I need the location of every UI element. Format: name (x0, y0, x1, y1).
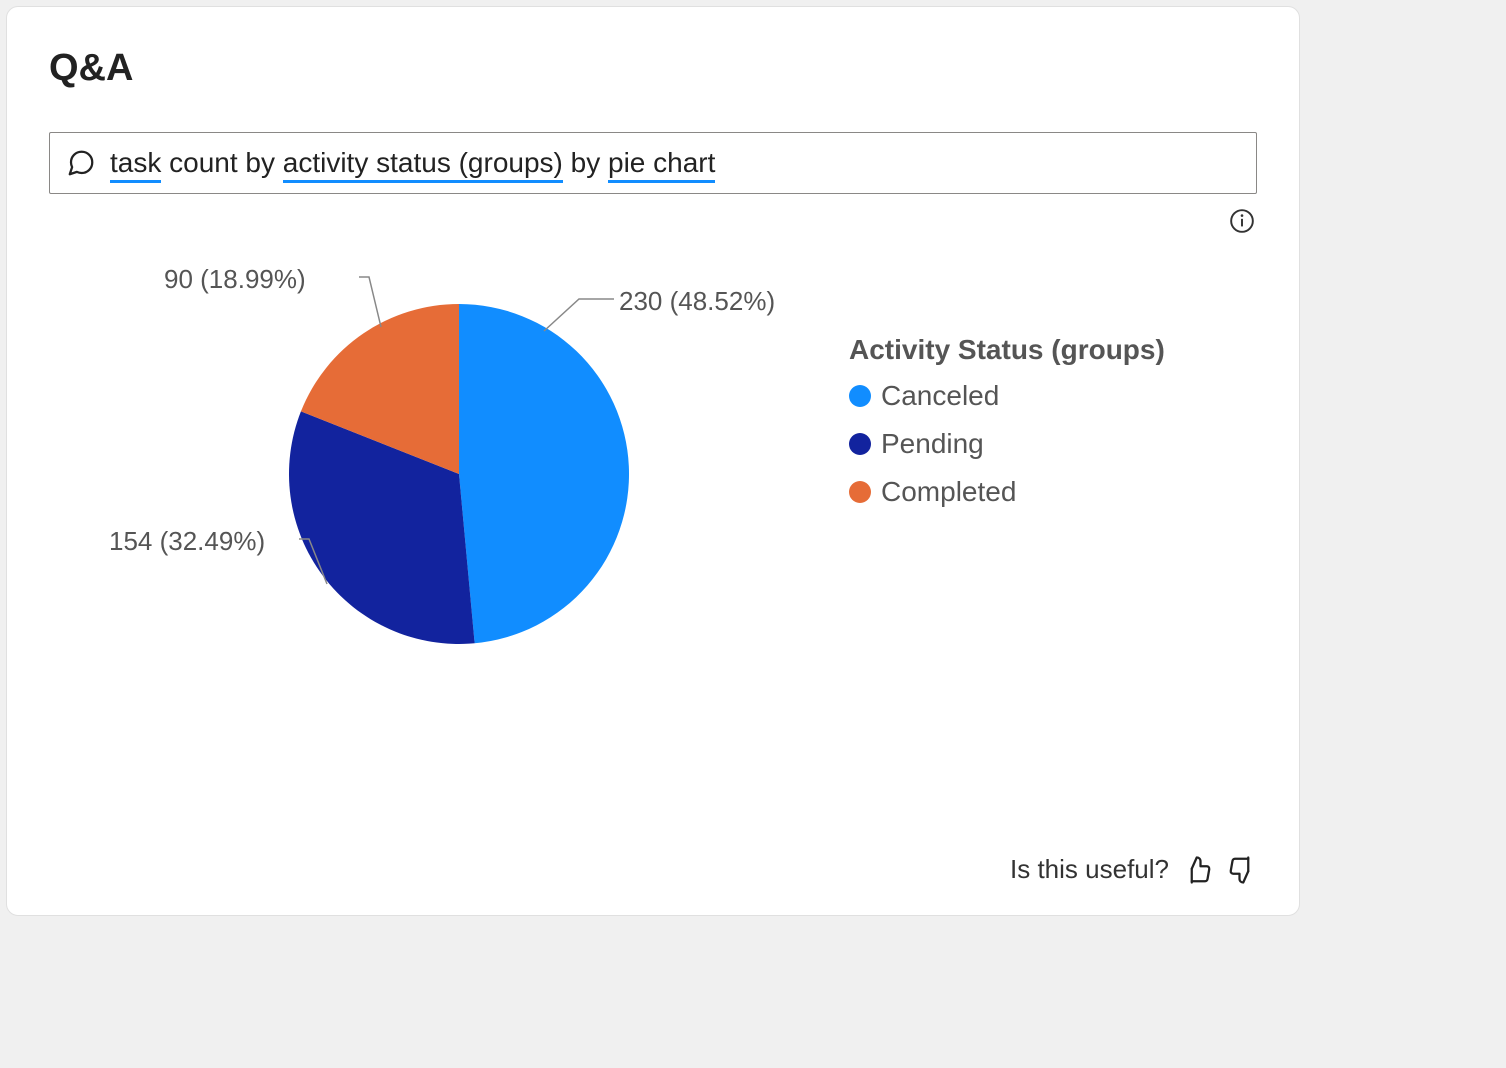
info-icon[interactable] (1229, 208, 1255, 234)
pie-svg (49, 264, 809, 684)
chart-area: 230 (48.52%) 154 (32.49%) 90 (18.99%) (49, 234, 1257, 854)
slice-label-pending: 154 (32.49%) (109, 526, 265, 557)
feedback-prompt: Is this useful? (1010, 854, 1169, 885)
query-input[interactable]: task count by activity status (groups) b… (49, 132, 1257, 194)
page-title: Q&A (49, 47, 1257, 90)
legend: Activity Status (groups) Canceled Pendin… (849, 264, 1165, 524)
slice-canceled[interactable] (459, 304, 629, 643)
legend-item-completed[interactable]: Completed (849, 476, 1165, 508)
feedback-footer: Is this useful? (49, 854, 1257, 885)
leader-canceled (544, 299, 614, 331)
legend-dot (849, 481, 871, 503)
pie-chart: 230 (48.52%) 154 (32.49%) 90 (18.99%) (49, 264, 809, 684)
legend-label: Pending (881, 428, 984, 460)
thumbs-down-icon[interactable] (1227, 855, 1257, 885)
leader-completed (359, 277, 381, 327)
legend-label: Completed (881, 476, 1016, 508)
query-term-pie-chart: pie chart (608, 147, 715, 183)
legend-label: Canceled (881, 380, 999, 412)
legend-dot (849, 433, 871, 455)
legend-item-pending[interactable]: Pending (849, 428, 1165, 460)
query-term-activity-status: activity status (groups) (283, 147, 563, 183)
slice-label-canceled: 230 (48.52%) (619, 286, 775, 317)
query-text: task count by activity status (groups) b… (110, 147, 715, 179)
thumbs-up-icon[interactable] (1183, 855, 1213, 885)
legend-dot (849, 385, 871, 407)
legend-item-canceled[interactable]: Canceled (849, 380, 1165, 412)
legend-title: Activity Status (groups) (849, 334, 1165, 366)
slice-label-completed: 90 (18.99%) (164, 264, 306, 295)
chat-icon (66, 148, 96, 178)
qa-card: Q&A task count by activity status (group… (6, 6, 1300, 916)
query-term-task: task (110, 147, 161, 183)
